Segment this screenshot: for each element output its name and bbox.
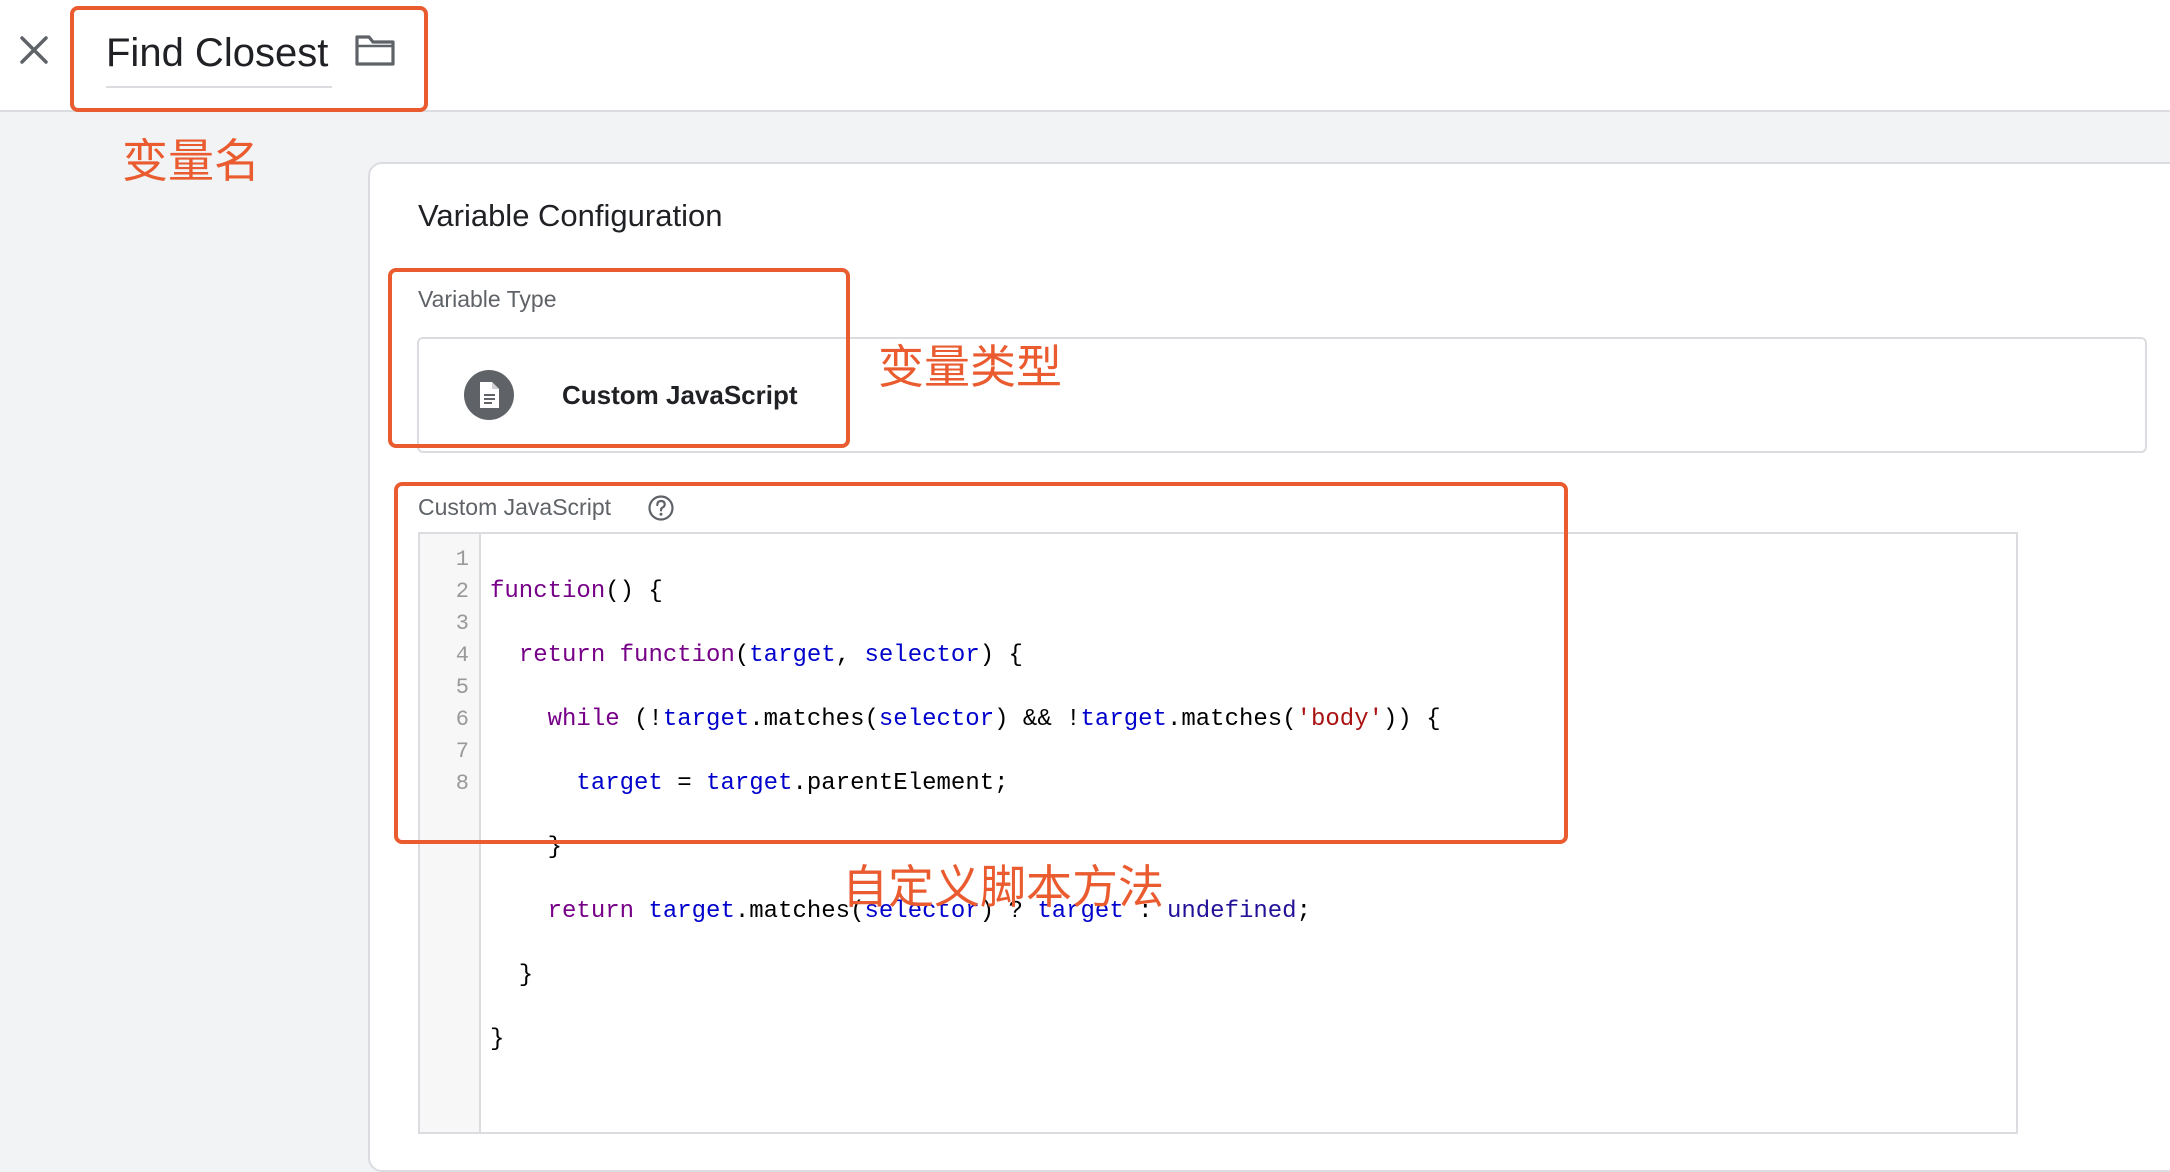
folder-icon — [355, 35, 395, 66]
custom-javascript-label: Custom JavaScript — [418, 494, 612, 520]
line-number: 8 — [455, 771, 469, 796]
variable-type-name: Custom JavaScript — [562, 380, 798, 410]
document-icon — [464, 370, 514, 420]
close-button[interactable] — [14, 30, 54, 70]
code-line: } — [490, 1026, 505, 1053]
line-number: 2 — [455, 579, 469, 604]
line-number: 6 — [455, 707, 469, 732]
code-line: target = target.parentElement; — [576, 770, 1009, 797]
section-title: Variable Configuration — [418, 198, 723, 233]
code-line: return function(target, selector) { — [518, 642, 1023, 669]
annotation-label-name: 变量名 — [122, 134, 260, 188]
folder-button[interactable] — [354, 32, 400, 72]
close-icon — [20, 36, 48, 64]
annotation-label-code: 自定义脚本方法 — [842, 860, 1164, 914]
code-line: function() { — [490, 578, 663, 605]
line-number-gutter: 1 2 3 4 5 6 7 8 — [420, 534, 481, 1132]
code-editor[interactable]: 1 2 3 4 5 6 7 8 function() { return func… — [418, 532, 2018, 1134]
annotation-label-type: 变量类型 — [878, 340, 1062, 394]
code-line: } — [490, 962, 534, 989]
line-number: 4 — [455, 643, 469, 668]
line-number: 5 — [455, 675, 469, 700]
code-content[interactable]: function() { return function(target, sel… — [490, 544, 1441, 1120]
variable-name-input[interactable]: Find Closest — [106, 26, 333, 88]
line-number: 3 — [455, 611, 469, 636]
variable-type-label: Variable Type — [418, 286, 557, 312]
top-bar: Find Closest — [0, 0, 2170, 112]
line-number: 1 — [455, 547, 469, 572]
help-icon[interactable] — [647, 494, 675, 522]
line-number: 7 — [455, 739, 469, 764]
code-line: while (!target.matches(selector) && !tar… — [547, 706, 1441, 733]
